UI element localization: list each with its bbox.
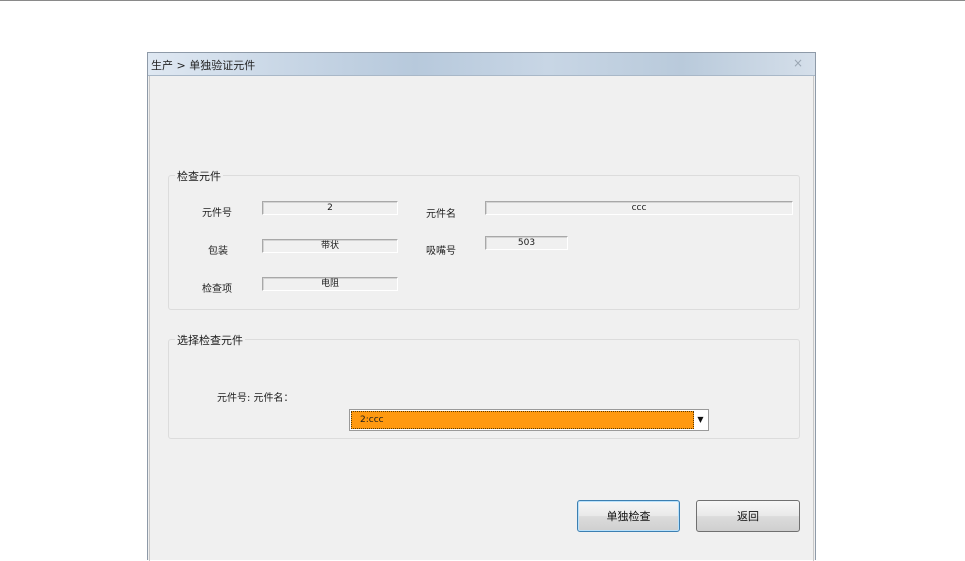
part-no-label: 元件号: [202, 208, 232, 219]
chevron-down-icon[interactable]: ▼: [694, 411, 707, 429]
part-no-field: 2: [262, 201, 398, 215]
dialog-client-area: 检查元件 元件号 2 元件名 ccc 包装 带状 吸嘴号 503 检查项 电阻 …: [149, 76, 814, 561]
dialog-window: 生产 > 单独验证元件 × 检查元件 元件号 2 元件名 ccc 包装 带状 吸…: [147, 52, 816, 561]
nozzle-label: 吸嘴号: [426, 246, 456, 257]
package-label: 包装: [208, 246, 228, 257]
check-item-label: 检查项: [202, 284, 232, 295]
part-select-value[interactable]: 2:ccc: [351, 411, 694, 429]
top-divider: [0, 0, 965, 1]
package-field: 带状: [262, 239, 398, 253]
back-button[interactable]: 返回: [696, 500, 800, 532]
check-item-field: 电阻: [262, 277, 398, 291]
nozzle-field: 503: [485, 236, 568, 250]
part-name-label: 元件名: [426, 209, 456, 220]
close-icon[interactable]: ×: [793, 56, 803, 70]
single-check-button[interactable]: 单独检查: [577, 500, 680, 532]
part-name-field: ccc: [485, 201, 793, 215]
part-select-dropdown[interactable]: 2:ccc ▼: [349, 409, 709, 431]
check-component-group: 检查元件 元件号 2 元件名 ccc 包装 带状 吸嘴号 503 检查项 电阻: [168, 168, 800, 310]
select-component-legend: 选择检查元件: [175, 332, 245, 348]
check-component-legend: 检查元件: [175, 168, 223, 184]
combo-label: 元件号: 元件名：: [217, 393, 294, 404]
window-title: 生产 > 单独验证元件: [151, 59, 256, 72]
title-bar[interactable]: 生产 > 单独验证元件 ×: [148, 53, 815, 76]
